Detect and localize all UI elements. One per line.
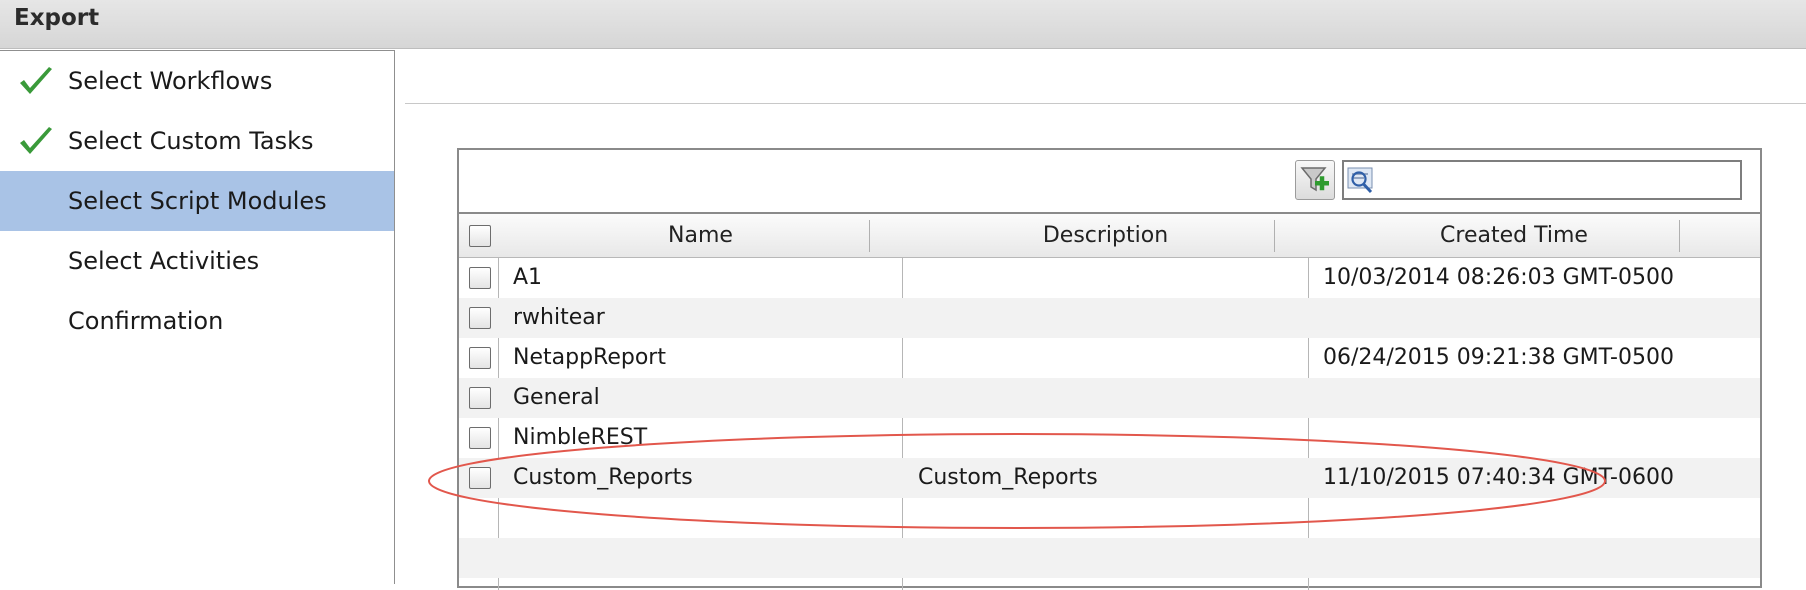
cell-name: A1 — [513, 265, 543, 290]
table-row[interactable]: Custom_Reports Custom_Reports 11/10/2015… — [459, 458, 1760, 498]
step-select-workflows[interactable]: Select Workflows — [0, 51, 394, 111]
search-input[interactable] — [1384, 164, 1740, 198]
search-icon — [1347, 167, 1373, 194]
table-row[interactable]: A1 10/03/2014 08:26:03 GMT-0500 — [459, 258, 1760, 298]
window-title: Export — [14, 5, 100, 31]
empty-row — [459, 538, 1760, 578]
checkmark-icon — [20, 67, 52, 94]
step-label: Select Custom Tasks — [68, 127, 314, 155]
table-row[interactable]: NimbleREST — [459, 418, 1760, 458]
wizard-steps: Select Workflows Select Custom Tasks Sel… — [0, 50, 395, 584]
step-label: Confirmation — [68, 307, 224, 335]
step-select-script-modules[interactable]: Select Script Modules — [0, 171, 394, 231]
table-row[interactable]: NetappReport 06/24/2015 09:21:38 GMT-050… — [459, 338, 1760, 378]
select-all-checkbox[interactable] — [469, 225, 491, 247]
step-select-custom-tasks[interactable]: Select Custom Tasks — [0, 111, 394, 171]
step-confirmation[interactable]: Confirmation — [0, 291, 394, 351]
column-resize-handle[interactable] — [869, 220, 870, 252]
column-header-description[interactable]: Description — [903, 214, 1308, 257]
divider — [405, 103, 1806, 104]
row-checkbox[interactable] — [469, 267, 491, 289]
step-select-activities[interactable]: Select Activities — [0, 231, 394, 291]
step-label: Select Script Modules — [68, 187, 327, 215]
step-label: Select Activities — [68, 247, 260, 275]
table-row[interactable]: General — [459, 378, 1760, 418]
column-resize-handle[interactable] — [1679, 220, 1680, 252]
row-checkbox[interactable] — [469, 427, 491, 449]
table-header: Name Description Created Time — [459, 214, 1760, 258]
search-field[interactable] — [1342, 160, 1742, 200]
cell-name: NetappReport — [513, 345, 666, 370]
cell-created-time: 11/10/2015 07:40:34 GMT-0600 — [1323, 465, 1674, 490]
cell-created-time: 10/03/2014 08:26:03 GMT-0500 — [1323, 265, 1674, 290]
cell-name: NimbleREST — [513, 425, 648, 450]
column-resize-handle[interactable] — [1274, 220, 1275, 252]
cell-name: General — [513, 385, 600, 410]
main-content: Name Description Created Time A1 10/03/2… — [405, 50, 1806, 590]
cell-created-time: 06/24/2015 09:21:38 GMT-0500 — [1323, 345, 1674, 370]
cell-name: rwhitear — [513, 305, 605, 330]
script-modules-panel: Name Description Created Time A1 10/03/2… — [457, 148, 1762, 590]
row-checkbox[interactable] — [469, 347, 491, 369]
table-toolbar — [459, 150, 1760, 210]
title-bar: Export — [0, 0, 1806, 49]
add-filter-button[interactable] — [1295, 160, 1335, 200]
row-checkbox[interactable] — [469, 307, 491, 329]
empty-row — [459, 498, 1760, 538]
cell-description: Custom_Reports — [918, 465, 1098, 490]
table-row[interactable]: rwhitear — [459, 298, 1760, 338]
row-checkbox[interactable] — [469, 387, 491, 409]
column-header-name[interactable]: Name — [499, 214, 902, 257]
column-header-created-time[interactable]: Created Time — [1309, 214, 1719, 257]
script-modules-table: Name Description Created Time A1 10/03/2… — [459, 212, 1760, 590]
add-filter-icon — [1300, 167, 1329, 192]
checkmark-icon — [20, 127, 52, 154]
step-label: Select Workflows — [68, 67, 273, 95]
row-checkbox[interactable] — [469, 467, 491, 489]
cell-name: Custom_Reports — [513, 465, 693, 490]
